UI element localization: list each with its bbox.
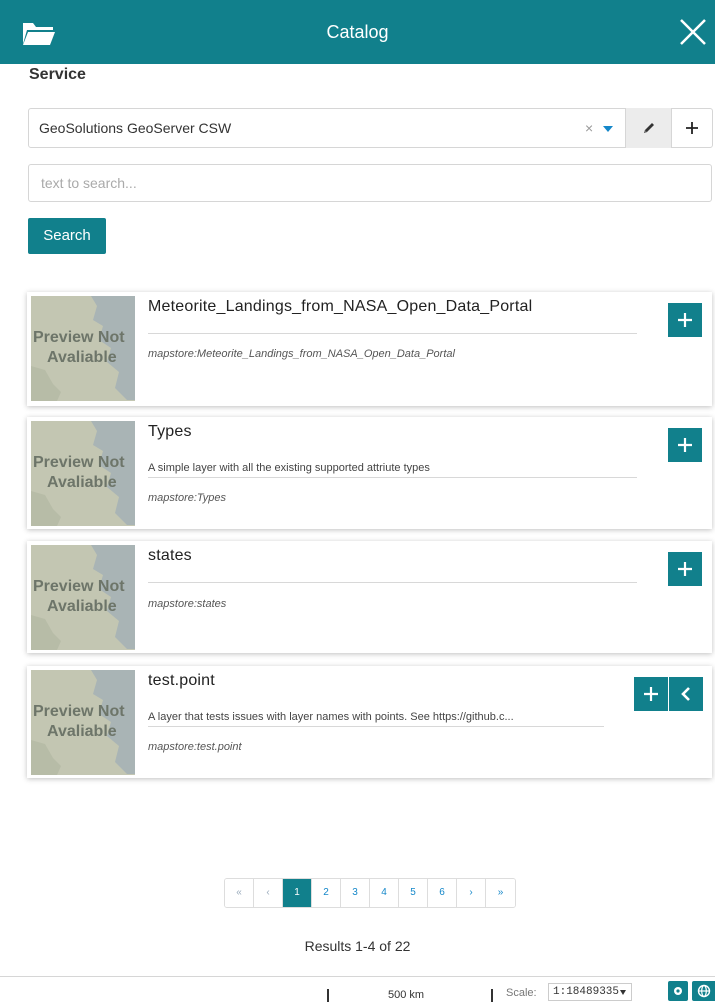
page-last-button[interactable]: » [486, 879, 515, 907]
preview-text: Preview Not [33, 578, 125, 595]
preview-thumbnail: Preview Not Avaliable [31, 421, 135, 526]
page-first-button[interactable]: « [225, 879, 254, 907]
service-label: Service [29, 66, 86, 83]
plus-icon [686, 122, 698, 134]
page-button[interactable]: 5 [399, 879, 428, 907]
result-title: Types [148, 423, 192, 440]
plus-icon [678, 562, 692, 576]
service-selected-value: GeoSolutions GeoServer CSW [39, 120, 232, 136]
result-title: test.point [148, 672, 215, 689]
map-footer: 500 km Scale: 1:18489335 [0, 976, 715, 1002]
page-button[interactable]: 3 [341, 879, 370, 907]
add-layer-button[interactable] [668, 303, 702, 337]
result-description: A layer that tests issues with layer nam… [148, 711, 514, 723]
divider [148, 726, 604, 727]
scalebar-tick [491, 989, 493, 1002]
pencil-icon [643, 123, 654, 133]
preview-text: Avaliable [47, 598, 117, 615]
chevron-left-icon [681, 687, 690, 701]
catalog-header: Catalog [0, 0, 715, 64]
result-title: states [148, 547, 192, 564]
search-button[interactable]: Search [28, 218, 106, 254]
scalebar-tick [327, 989, 329, 1002]
preview-text: Avaliable [47, 723, 117, 740]
preview-thumbnail: Preview Not Avaliable [31, 670, 135, 775]
preview-text: Preview Not [33, 703, 125, 720]
result-title: Meteorite_Landings_from_NASA_Open_Data_P… [148, 298, 533, 315]
result-identifier: mapstore:Meteorite_Landings_from_NASA_Op… [148, 348, 455, 360]
clear-selection-button[interactable]: × [585, 120, 593, 136]
page-title: Catalog [326, 22, 389, 42]
preview-text: Preview Not [33, 454, 125, 471]
scalebar-label: 500 km [388, 989, 425, 1001]
result-card: Preview Not Avaliable Types A simple lay… [27, 417, 712, 529]
divider [148, 477, 637, 478]
preview-thumbnail: Preview Not Avaliable [31, 296, 135, 401]
close-icon[interactable] [677, 16, 709, 48]
settings-button[interactable] [668, 981, 688, 1001]
page-button[interactable]: 1 [283, 879, 312, 907]
globe-button[interactable] [692, 981, 715, 1001]
add-layer-button[interactable] [634, 677, 668, 711]
result-description: A simple layer with all the existing sup… [148, 462, 430, 474]
chevron-down-icon[interactable] [603, 126, 613, 132]
plus-icon [678, 313, 692, 327]
result-identifier: mapstore:states [148, 598, 227, 610]
preview-thumbnail: Preview Not Avaliable [31, 545, 135, 650]
preview-text: Preview Not [33, 329, 125, 346]
add-layer-button[interactable] [668, 552, 702, 586]
result-card: Preview Not Avaliable Meteorite_Landings… [27, 292, 712, 406]
service-select[interactable]: GeoSolutions GeoServer CSW × [28, 108, 713, 148]
page-button[interactable]: 4 [370, 879, 399, 907]
page-button[interactable]: 6 [428, 879, 457, 907]
edit-service-button[interactable] [625, 108, 671, 148]
result-identifier: mapstore:test.point [148, 741, 242, 753]
page-prev-button[interactable]: ‹ [254, 879, 283, 907]
add-layer-button[interactable] [668, 428, 702, 462]
add-service-button[interactable] [671, 108, 713, 148]
results-summary: Results 1-4 of 22 [304, 938, 411, 954]
plus-icon [678, 438, 692, 452]
collapse-button[interactable] [669, 677, 703, 711]
preview-text: Avaliable [47, 474, 117, 491]
divider [148, 333, 637, 334]
preview-text: Avaliable [47, 349, 117, 366]
scale-label: Scale: [506, 987, 537, 999]
divider [148, 582, 637, 583]
result-card: Preview Not Avaliable states mapstore:st… [27, 541, 712, 653]
pagination: « ‹ 1 2 3 4 5 6 › » [224, 878, 516, 908]
chevron-down-icon[interactable] [620, 990, 626, 995]
result-identifier: mapstore:Types [148, 492, 227, 504]
plus-icon [644, 687, 658, 701]
settings-icon [674, 987, 682, 995]
page-next-button[interactable]: › [457, 879, 486, 907]
search-input[interactable] [28, 164, 712, 202]
page-button[interactable]: 2 [312, 879, 341, 907]
result-card: Preview Not Avaliable test.point A layer… [27, 666, 712, 778]
globe-icon [697, 984, 710, 998]
